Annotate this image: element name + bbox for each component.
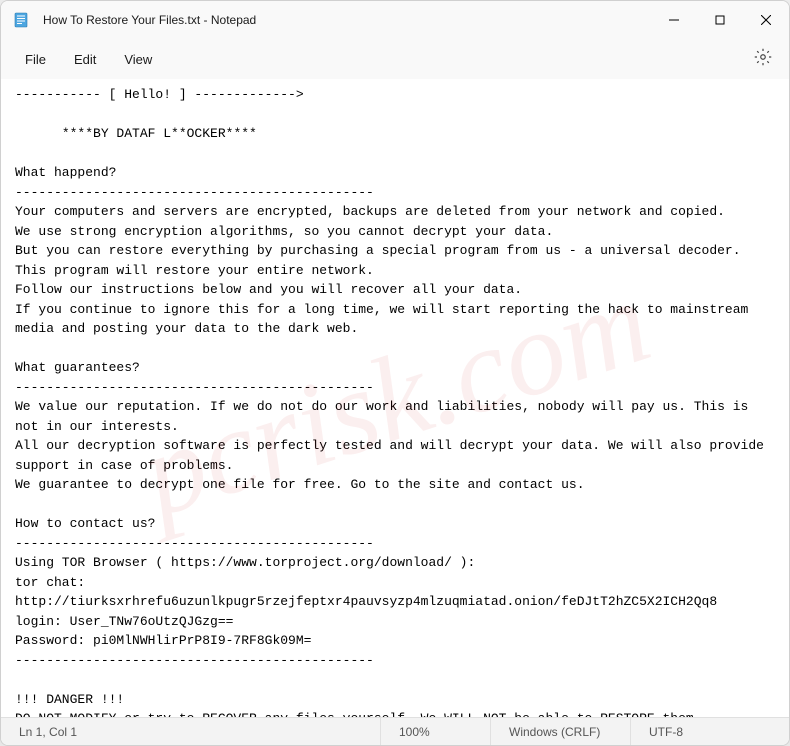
editor-area[interactable]: pcrisk.com ----------- [ Hello! ] ------… [1, 79, 789, 717]
status-encoding: UTF-8 [631, 718, 731, 745]
statusbar: Ln 1, Col 1 100% Windows (CRLF) UTF-8 [1, 717, 789, 745]
status-zoom: 100% [381, 718, 491, 745]
status-position: Ln 1, Col 1 [1, 718, 381, 745]
menu-file[interactable]: File [11, 46, 60, 73]
notepad-app-icon [13, 12, 29, 28]
editor-text[interactable]: ----------- [ Hello! ] -------------> **… [15, 85, 775, 717]
minimize-button[interactable] [651, 1, 697, 39]
gear-icon [754, 48, 772, 71]
menu-view[interactable]: View [110, 46, 166, 73]
window-title: How To Restore Your Files.txt - Notepad [43, 13, 651, 27]
settings-button[interactable] [747, 43, 779, 75]
menu-edit[interactable]: Edit [60, 46, 110, 73]
maximize-button[interactable] [697, 1, 743, 39]
notepad-window: How To Restore Your Files.txt - Notepad … [0, 0, 790, 746]
titlebar: How To Restore Your Files.txt - Notepad [1, 1, 789, 39]
status-line-ending: Windows (CRLF) [491, 718, 631, 745]
menubar: File Edit View [1, 39, 789, 79]
window-controls [651, 1, 789, 39]
close-button[interactable] [743, 1, 789, 39]
